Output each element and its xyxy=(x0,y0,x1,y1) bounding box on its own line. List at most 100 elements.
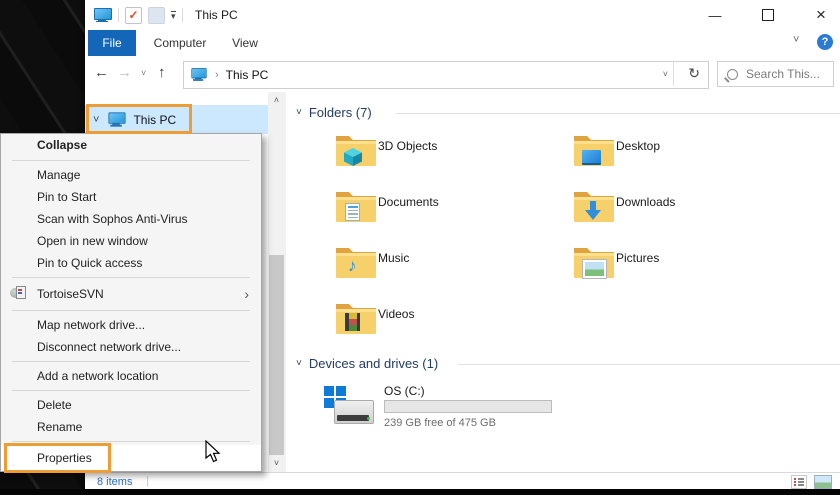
folder-tile-downloads[interactable]: Downloads xyxy=(524,188,754,232)
annotation-box-properties xyxy=(4,443,111,473)
view-switcher xyxy=(791,475,832,489)
new-folder-icon[interactable] xyxy=(148,6,165,24)
menu-separator xyxy=(1,157,261,164)
up-button[interactable]: ↑ xyxy=(158,64,166,81)
menu-separator xyxy=(1,274,261,281)
address-bar-row: ← → ˅ ↑ › This PC ˅ ↻ Search This... xyxy=(85,56,840,93)
hard-drive-icon xyxy=(334,400,374,424)
breadcrumb-location[interactable]: This PC xyxy=(226,68,269,82)
folder-tile-videos[interactable]: Videos xyxy=(286,300,516,344)
folder-label: Music xyxy=(378,251,410,265)
menu-item-tortoisesvn[interactable]: TortoiseSVN › xyxy=(1,281,261,307)
folder-icon xyxy=(573,244,615,280)
menu-item-delete[interactable]: Delete xyxy=(1,394,261,416)
devices-section-header[interactable]: ˅ Devices and drives (1) xyxy=(296,356,438,371)
menu-item-properties[interactable]: Properties xyxy=(1,443,261,473)
search-placeholder: Search This... xyxy=(746,67,820,81)
search-icon xyxy=(727,68,738,80)
section-title: Devices and drives (1) xyxy=(308,356,439,371)
maximize-icon xyxy=(762,9,774,21)
annotation-box-this-pc xyxy=(86,104,192,134)
menu-item-label: TortoiseSVN xyxy=(37,287,104,301)
context-menu: Collapse Manage Pin to Start Scan with S… xyxy=(0,133,262,473)
drive-name: OS (C:) xyxy=(384,384,425,398)
mouse-cursor xyxy=(205,440,221,463)
menu-item-map-network-drive[interactable]: Map network drive... xyxy=(1,314,261,336)
folders-section-header[interactable]: ˅ Folders (7) xyxy=(296,105,372,120)
divider xyxy=(458,364,840,365)
address-bar[interactable]: › This PC ˅ ↻ xyxy=(183,61,709,89)
submenu-arrow-icon: › xyxy=(244,286,249,302)
tab-computer[interactable]: Computer xyxy=(147,30,213,56)
help-icon[interactable]: ? xyxy=(817,34,833,50)
section-title: Folders (7) xyxy=(308,105,372,120)
folder-tile-3d-objects[interactable]: 3D Objects xyxy=(286,132,516,176)
minimize-button[interactable]: — xyxy=(695,0,735,30)
folder-icon xyxy=(335,188,377,224)
divider xyxy=(147,476,148,487)
this-pc-icon xyxy=(191,68,207,81)
menu-separator xyxy=(1,387,261,394)
scrollbar-thumb[interactable] xyxy=(269,255,284,455)
photo-icon xyxy=(583,260,606,278)
items-count: 8 items xyxy=(97,476,133,488)
menu-item-scan-sophos[interactable]: Scan with Sophos Anti-Virus xyxy=(1,208,261,230)
menu-item-open-new-window[interactable]: Open in new window xyxy=(1,230,261,252)
menu-item-collapse[interactable]: Collapse xyxy=(1,134,261,157)
divider xyxy=(396,113,840,114)
menu-separator xyxy=(1,307,261,314)
tab-view[interactable]: View xyxy=(223,30,267,56)
drive-tile-os-c[interactable]: OS (C:) 239 GB free of 475 GB xyxy=(286,384,566,434)
menu-item-manage[interactable]: Manage xyxy=(1,164,261,186)
recent-locations-chevron-icon[interactable]: ˅ xyxy=(141,68,146,78)
film-strip-icon xyxy=(345,313,360,331)
music-note-icon: ♪ xyxy=(348,256,357,275)
monitor-icon xyxy=(582,150,601,165)
menu-item-disconnect-network-drive[interactable]: Disconnect network drive... xyxy=(1,336,261,358)
download-arrow-icon xyxy=(585,201,601,220)
folder-tile-pictures[interactable]: Pictures xyxy=(524,244,754,288)
back-button[interactable]: ← xyxy=(94,64,109,81)
folder-icon xyxy=(573,132,615,168)
breadcrumb-separator-icon: › xyxy=(215,68,219,81)
collapse-section-chevron-icon[interactable]: ˅ xyxy=(296,107,302,118)
computer-icon xyxy=(94,7,112,23)
folder-tile-music[interactable]: ♪ Music xyxy=(286,244,516,288)
window-title: This PC xyxy=(195,8,238,22)
details-view-icon[interactable] xyxy=(791,475,807,489)
address-dropdown-chevron-icon[interactable]: ˅ xyxy=(663,69,668,79)
title-bar: ✓ ▾ This PC — × xyxy=(85,0,840,30)
drive-usage-bar xyxy=(384,400,552,413)
document-icon xyxy=(345,203,360,221)
close-button[interactable]: × xyxy=(801,0,840,30)
menu-item-pin-quick-access[interactable]: Pin to Quick access xyxy=(1,252,261,274)
scroll-up-icon[interactable]: ˄ xyxy=(268,92,285,109)
expand-ribbon-chevron-icon[interactable]: ˅ xyxy=(793,34,799,46)
customize-toolbar-caret-icon[interactable]: ▾ xyxy=(171,10,176,20)
menu-item-pin-to-start[interactable]: Pin to Start xyxy=(1,186,261,208)
cube-icon xyxy=(344,148,362,166)
desktop-edge-strip xyxy=(0,489,840,495)
scroll-down-icon[interactable]: ˅ xyxy=(268,455,285,472)
menu-item-add-network-location[interactable]: Add a network location xyxy=(1,365,261,387)
drive-capacity-text: 239 GB free of 475 GB xyxy=(384,417,496,429)
folder-icon: ♪ xyxy=(335,244,377,280)
scrollbar[interactable]: ˄ ˅ xyxy=(268,92,285,472)
tortoisesvn-icon xyxy=(10,286,26,301)
collapse-section-chevron-icon[interactable]: ˅ xyxy=(296,358,302,369)
search-input[interactable]: Search This... xyxy=(717,61,834,87)
properties-check-icon[interactable]: ✓ xyxy=(125,6,142,24)
tab-file[interactable]: File xyxy=(88,30,136,56)
menu-separator xyxy=(1,358,261,365)
folder-label: Pictures xyxy=(616,251,660,265)
thumbnails-view-icon[interactable] xyxy=(814,475,832,489)
folder-tile-desktop[interactable]: Desktop xyxy=(524,132,754,176)
maximize-button[interactable] xyxy=(748,0,788,30)
menu-item-rename[interactable]: Rename xyxy=(1,416,261,438)
divider xyxy=(181,8,183,22)
refresh-icon[interactable]: ↻ xyxy=(688,65,700,82)
folder-label: Documents xyxy=(378,195,439,209)
forward-button[interactable]: → xyxy=(117,64,132,81)
ribbon-tab-bar: File Computer View ˅ ? xyxy=(85,30,840,57)
folder-tile-documents[interactable]: Documents xyxy=(286,188,516,232)
